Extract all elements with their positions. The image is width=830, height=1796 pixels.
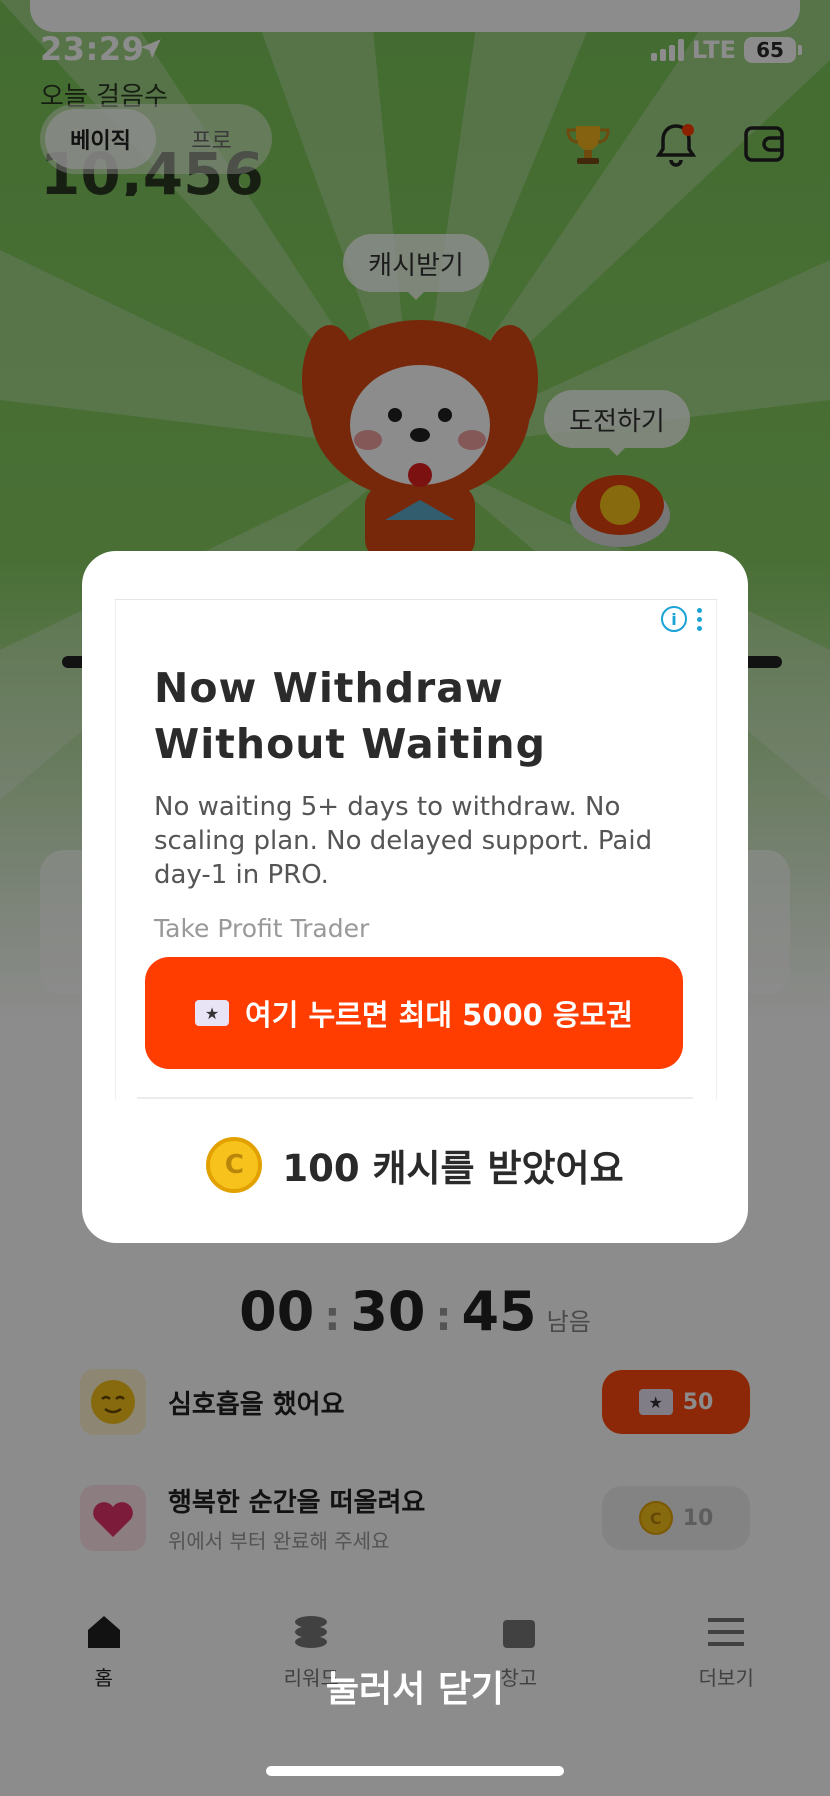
home-indicator[interactable] — [266, 1766, 564, 1776]
ad-banner[interactable]: i Now Withdraw Without Waiting No waitin… — [115, 599, 717, 1099]
more-options-icon[interactable] — [697, 607, 702, 631]
ad-title: Now Withdraw Without Waiting — [154, 664, 546, 768]
reward-message: C 100 캐시를 받았어요 — [82, 1137, 748, 1193]
ad-cta-label: 여기 누르면 최대 5000 응모권 — [245, 998, 633, 1032]
info-icon[interactable]: i — [661, 606, 687, 632]
coin-icon: C — [206, 1137, 263, 1193]
ticket-icon: ★ — [195, 1000, 230, 1026]
ad-choices[interactable]: i — [661, 606, 702, 632]
ad-brand: Take Profit Trader — [154, 914, 370, 943]
ad-body: No waiting 5+ days to withdraw. No scali… — [154, 792, 653, 890]
reward-modal: i Now Withdraw Without Waiting No waitin… — [82, 551, 748, 1243]
tap-to-close-hint[interactable]: 눌러서 닫기 — [0, 1660, 830, 1712]
modal-divider — [137, 1097, 693, 1099]
ad-cta-button[interactable]: ★ 여기 누르면 최대 5000 응모권 — [145, 957, 683, 1069]
reward-text: 100 캐시를 받았어요 — [282, 1147, 624, 1190]
